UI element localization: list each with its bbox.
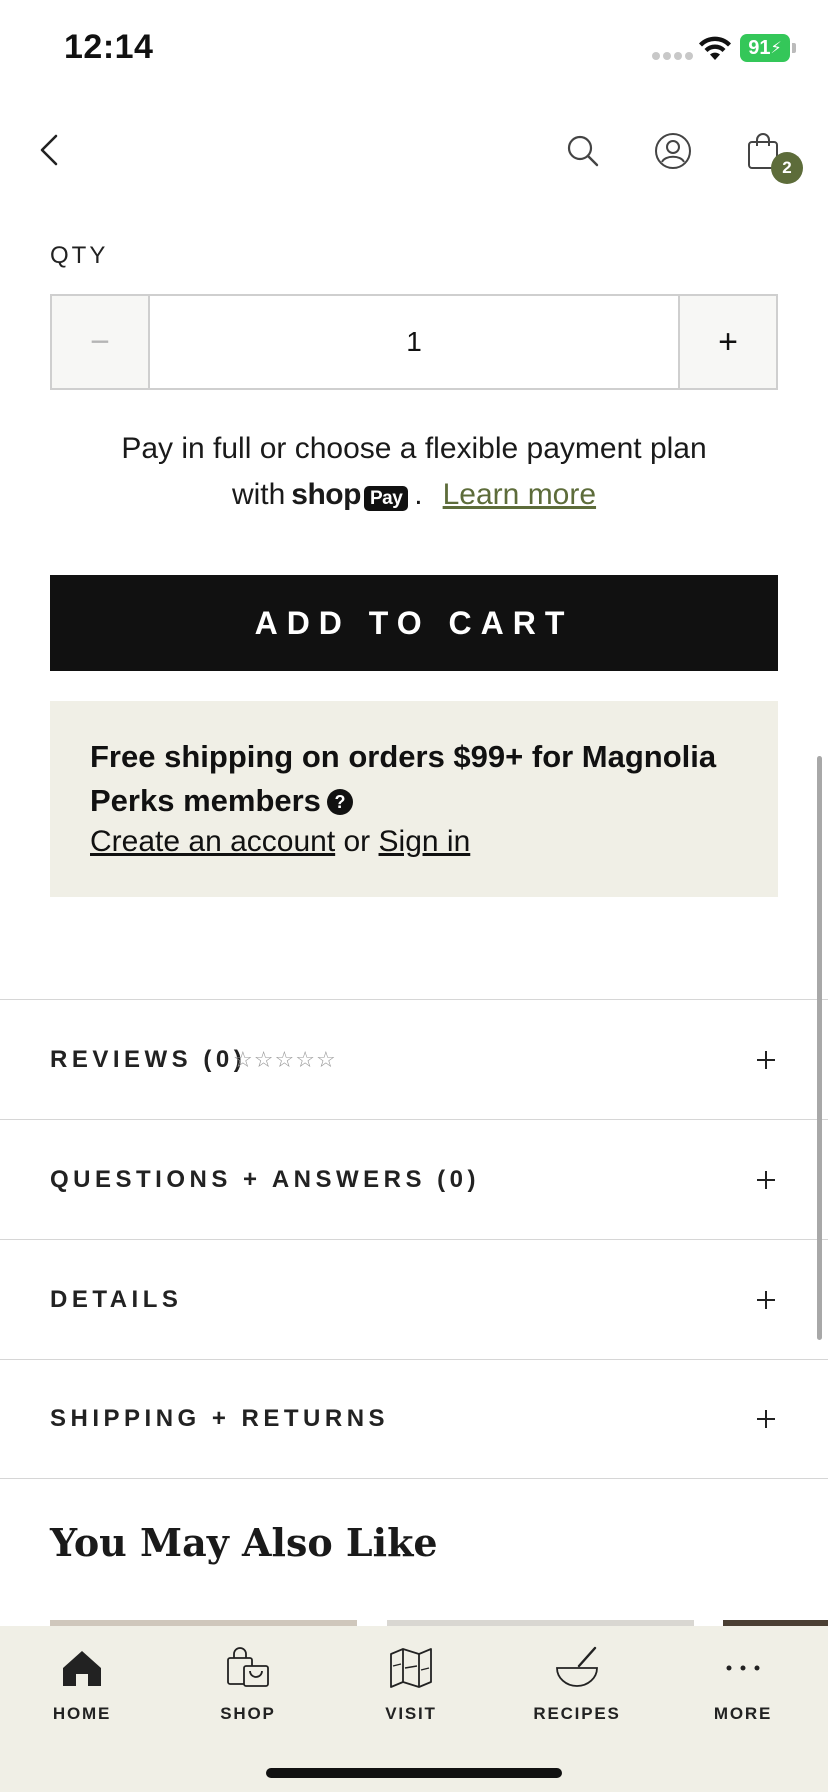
payment-plan-line: with shop Pay. Learn more <box>0 478 828 512</box>
empty-star-icon: ☆ <box>315 1046 336 1072</box>
tab-label: MORE <box>713 1704 773 1723</box>
cellular-signal-icon <box>652 52 693 60</box>
learn-more-link[interactable]: Learn more <box>443 478 596 512</box>
payment-period: . <box>414 478 423 511</box>
accordion-label: QUESTIONS + ANSWERS (0) <box>50 1165 480 1193</box>
expand-plus-icon[interactable] <box>754 1407 778 1431</box>
map-icon <box>390 1648 432 1688</box>
accordion-label: SHIPPING + RETURNS <box>50 1405 390 1432</box>
quantity-stepper: − 1 + <box>50 294 778 390</box>
scrollbar[interactable] <box>817 756 822 1340</box>
quantity-input[interactable]: 1 <box>150 296 678 388</box>
wifi-icon <box>699 36 731 60</box>
home-indicator <box>266 1768 562 1778</box>
battery-nub <box>792 43 796 53</box>
battery-level: 91 <box>748 36 771 59</box>
free-shipping-promo: Free shipping on orders $99+ for Magnoli… <box>50 701 778 897</box>
shop-pay-logo: shop Pay <box>291 478 409 512</box>
bottom-tab-bar: HOME SHOP VISIT RECIPES MORE <box>0 1626 828 1792</box>
shop-pay-logo-shop: shop <box>291 478 361 511</box>
sign-in-link[interactable]: Sign in <box>379 825 471 858</box>
mixing-bowl-icon <box>556 1646 598 1687</box>
details-accordion[interactable]: DETAILS <box>0 1239 828 1359</box>
add-to-cart-button[interactable]: ADD TO CART <box>50 575 778 671</box>
battery-icon: 91 ⚡ <box>740 34 790 62</box>
back-chevron-icon[interactable] <box>30 130 70 170</box>
increase-quantity-button[interactable]: + <box>678 296 776 388</box>
search-icon[interactable] <box>566 134 600 168</box>
promo-or-text: or <box>343 825 371 858</box>
tab-home[interactable]: HOME <box>22 1644 142 1724</box>
payment-plan-text: Pay in full or choose a flexible payment… <box>121 432 707 465</box>
expand-plus-icon[interactable] <box>754 1288 778 1312</box>
shipping-returns-accordion[interactable]: SHIPPING + RETURNS <box>0 1359 828 1479</box>
accordion-label: REVIEWS (0) <box>50 1045 247 1073</box>
tab-recipes[interactable]: RECIPES <box>517 1644 637 1724</box>
account-icon[interactable] <box>654 132 692 170</box>
decrease-quantity-button[interactable]: − <box>52 296 150 388</box>
expand-plus-icon[interactable] <box>754 1168 778 1192</box>
reviews-accordion[interactable]: REVIEWS (0) ☆ ☆ ☆ ☆ ☆ <box>0 999 828 1119</box>
home-icon <box>63 1651 101 1686</box>
empty-star-icon: ☆ <box>253 1046 274 1072</box>
tab-label: SHOP <box>220 1704 276 1723</box>
cart-count-badge[interactable]: 2 <box>771 152 803 184</box>
expand-plus-icon[interactable] <box>754 1048 778 1072</box>
help-icon[interactable]: ? <box>326 789 353 815</box>
tab-label: HOME <box>52 1704 112 1723</box>
payment-with-text: with <box>231 478 286 511</box>
shop-pay-logo-pay: Pay <box>363 486 409 511</box>
star-rating: ☆ ☆ ☆ ☆ ☆ <box>233 1047 336 1073</box>
tab-label: VISIT <box>385 1704 437 1723</box>
promo-title: Free shipping on orders $99+ for Magnoli… <box>90 735 730 823</box>
tab-shop[interactable]: SHOP <box>188 1644 308 1724</box>
tab-more[interactable]: MORE <box>683 1644 803 1724</box>
status-bar: 12:14 91 ⚡ <box>0 0 828 100</box>
empty-star-icon: ☆ <box>233 1046 253 1072</box>
more-icon <box>726 1665 760 1671</box>
promo-links: Create an account or Sign in <box>90 825 470 859</box>
promo-title-text: Free shipping on orders $99+ for Magnoli… <box>90 739 717 818</box>
status-time: 12:14 <box>64 28 154 66</box>
shopping-bags-icon <box>227 1647 269 1687</box>
qty-label: QTY <box>50 242 109 269</box>
empty-star-icon: ☆ <box>295 1046 315 1072</box>
recommendations-title: You May Also Like <box>50 1520 438 1565</box>
questions-answers-accordion[interactable]: QUESTIONS + ANSWERS (0) <box>0 1119 828 1239</box>
empty-star-icon: ☆ <box>274 1046 295 1072</box>
tab-label: RECIPES <box>533 1704 621 1723</box>
tab-visit[interactable]: VISIT <box>351 1644 471 1724</box>
accordion-label: DETAILS <box>50 1285 183 1313</box>
create-account-link[interactable]: Create an account <box>90 825 335 858</box>
